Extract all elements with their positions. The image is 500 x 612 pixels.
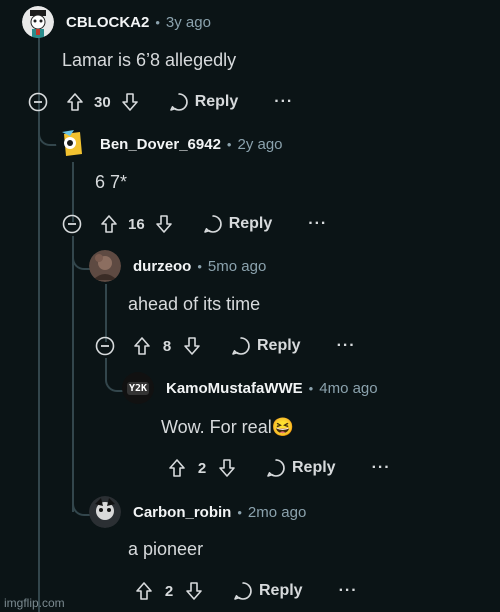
upvote-icon[interactable] — [66, 92, 84, 112]
upvote-icon[interactable] — [135, 581, 153, 601]
collapse-icon[interactable] — [28, 92, 48, 112]
reply-icon — [234, 582, 252, 600]
comment-header: durzeoo • 5mo ago — [89, 250, 266, 282]
downvote-icon[interactable] — [183, 336, 201, 356]
timestamp: 3y ago — [165, 13, 211, 31]
reply-button[interactable]: Reply — [266, 458, 336, 478]
separator: • — [226, 136, 232, 152]
author-name[interactable]: CBLOCKA2 — [66, 14, 149, 31]
comment-text: Wow. For real — [161, 417, 272, 437]
reply-button[interactable]: Reply — [231, 336, 301, 356]
upvote-icon[interactable] — [133, 336, 151, 356]
vote-count: 16 — [128, 215, 145, 233]
collapse-icon[interactable] — [95, 336, 115, 356]
vote-count: 30 — [94, 93, 111, 111]
more-options-icon[interactable]: ··· — [308, 215, 327, 233]
more-options-icon[interactable]: ··· — [274, 93, 293, 111]
comment-body: 6 7* — [95, 172, 128, 192]
comment-actions: 30 Reply ··· — [28, 88, 293, 116]
timestamp: 4mo ago — [319, 379, 378, 397]
separator: • — [237, 504, 242, 520]
avatar[interactable] — [89, 496, 121, 528]
avatar[interactable] — [89, 250, 121, 282]
comment-actions: 2 Reply ··· — [135, 577, 358, 605]
reply-label: Reply — [259, 582, 303, 599]
comment-header: CBLOCKA2 • 3y ago — [22, 6, 211, 38]
reply-icon — [203, 215, 222, 233]
timestamp: 5mo ago — [207, 257, 267, 275]
reply-label: Reply — [228, 215, 273, 232]
downvote-icon[interactable] — [218, 458, 236, 478]
comment-body: ahead of its time — [128, 294, 261, 314]
reply-icon — [267, 459, 285, 477]
reply-button[interactable]: Reply — [203, 214, 273, 234]
upvote-icon[interactable] — [168, 458, 186, 478]
avatar[interactable] — [56, 128, 88, 160]
comment-header: Ben_Dover_6942 • 2y ago — [56, 128, 283, 160]
timestamp: 2mo ago — [247, 503, 307, 521]
separator: • — [308, 380, 314, 396]
avatar[interactable] — [22, 6, 54, 38]
comment-actions: 2 Reply ··· — [168, 454, 391, 482]
comment-actions: 8 Reply ··· — [95, 332, 356, 360]
comment-header: Y2K KamoMustafaWWE • 4mo ago — [122, 372, 378, 404]
downvote-icon[interactable] — [185, 581, 203, 601]
author-name[interactable]: durzeoo — [133, 258, 191, 275]
more-options-icon[interactable]: ··· — [339, 582, 358, 600]
watermark: imgflip.com — [4, 596, 65, 610]
author-name[interactable]: Carbon_robin — [133, 504, 231, 521]
comment-actions: 16 Reply ··· — [62, 210, 327, 238]
vote-count: 2 — [197, 459, 207, 477]
reply-icon — [232, 337, 250, 355]
separator: • — [197, 258, 202, 274]
comment-body: a pioneer — [128, 539, 204, 559]
avatar-text: Y2K — [126, 381, 150, 395]
vote-count: 8 — [162, 337, 172, 355]
downvote-icon[interactable] — [155, 214, 173, 234]
avatar[interactable]: Y2K — [122, 372, 154, 404]
upvote-icon[interactable] — [100, 214, 118, 234]
reply-label: Reply — [194, 93, 239, 110]
author-name[interactable]: KamoMustafaWWE — [166, 380, 303, 397]
more-options-icon[interactable]: ··· — [337, 337, 356, 355]
comment-body: Wow. For real😆 — [161, 417, 294, 438]
laughing-emoji-icon: 😆 — [271, 417, 295, 437]
reply-button[interactable]: Reply — [169, 92, 239, 112]
timestamp: 2y ago — [237, 135, 283, 153]
separator: • — [155, 14, 160, 30]
collapse-icon[interactable] — [62, 214, 82, 234]
reply-label: Reply — [292, 459, 336, 476]
reply-button[interactable]: Reply — [233, 581, 303, 601]
more-options-icon[interactable]: ··· — [372, 459, 391, 477]
vote-count: 2 — [164, 582, 174, 600]
reply-label: Reply — [257, 337, 301, 354]
comment-header: Carbon_robin • 2mo ago — [89, 496, 306, 528]
downvote-icon[interactable] — [121, 92, 139, 112]
author-name[interactable]: Ben_Dover_6942 — [100, 136, 221, 153]
reply-icon — [169, 93, 188, 111]
thread-line — [72, 236, 74, 512]
comment-body: Lamar is 6’8 allegedly — [62, 50, 237, 70]
